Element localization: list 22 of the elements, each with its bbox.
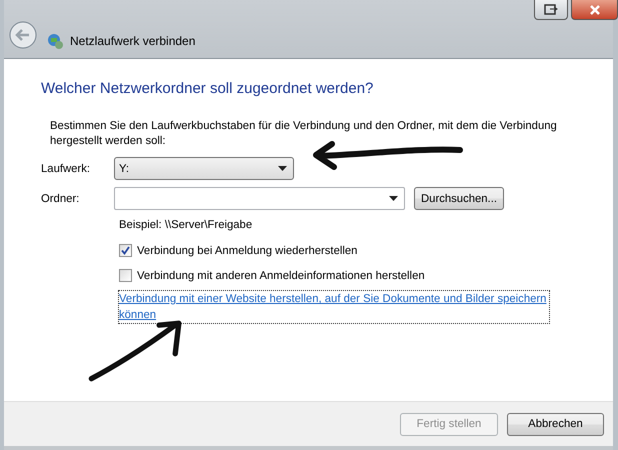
back-button[interactable]: [8, 20, 38, 50]
website-link[interactable]: Verbindung mit einer Website herstellen, auf der Sie Dokumente und Bilder speichern können: [119, 291, 549, 323]
checkbox-option[interactable]: Verbindung mit anderen Anmeldeinformationen herstellen: [119, 269, 613, 282]
folder-combo-field[interactable]: [114, 187, 405, 210]
caret-icon: [389, 196, 398, 201]
drive-label: Laufwerk:: [41, 162, 91, 174]
folder-label: Ordner:: [41, 192, 80, 204]
instructions-text: Bestimmen Sie den Laufwerkbuchstaben für die Verbindung und den Ordner, mit dem die Verbindung hergestellt werden soll:: [50, 119, 558, 149]
caret-icon: [278, 166, 287, 171]
close-icon: [588, 4, 600, 14]
drive-dropdown[interactable]: Y:: [114, 157, 294, 180]
checkmark-icon: [121, 246, 130, 255]
restore-button[interactable]: [534, 0, 568, 20]
window-exit-icon: [544, 4, 558, 16]
network-drive-icon: [46, 32, 64, 50]
checkbox-option[interactable]: Verbindung bei Anmeldung wiederherstellen: [119, 244, 613, 257]
window-title: Netzlaufwerk verbinden: [70, 33, 196, 50]
close-button[interactable]: [571, 0, 618, 20]
browse-button[interactable]: Durchsuchen...: [414, 187, 504, 210]
example-text: Beispiel: \\Server\Freigabe: [119, 219, 252, 231]
page-heading: Welcher Netzwerkordner soll zugeordnet werden?: [41, 79, 374, 99]
cancel-button[interactable]: Abbrechen: [507, 412, 604, 436]
